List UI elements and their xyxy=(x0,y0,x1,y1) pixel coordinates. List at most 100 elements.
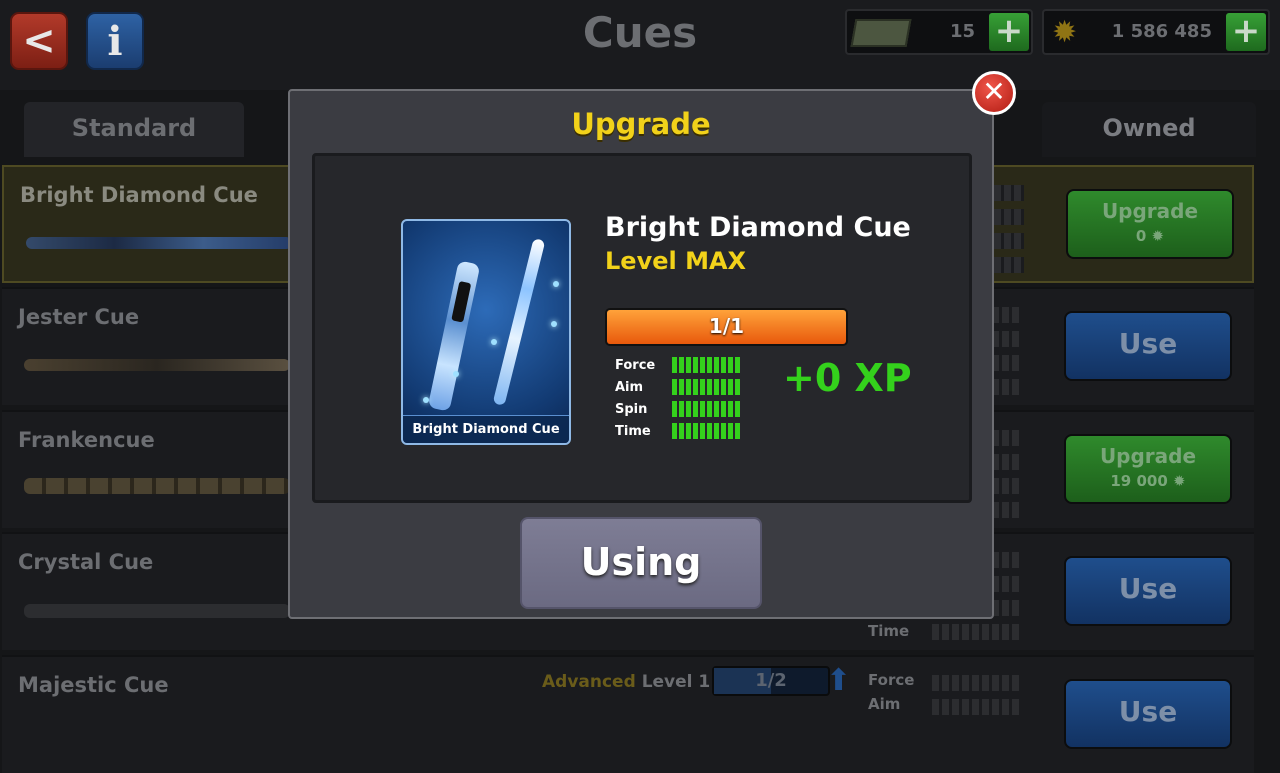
stat-row-time: Time xyxy=(615,420,740,442)
info-button[interactable]: i xyxy=(86,12,144,70)
stat-segment xyxy=(728,379,733,395)
stat-segment xyxy=(728,423,733,439)
info-icon: i xyxy=(107,17,123,65)
xp-gain: +0 XP xyxy=(783,356,912,400)
stat-segment xyxy=(693,401,698,417)
cue-name: Frankencue xyxy=(18,428,155,452)
stat-label-time: Time xyxy=(868,622,910,640)
stats-list: Force Aim Spin Time xyxy=(615,354,740,442)
using-button[interactable]: Using xyxy=(520,517,762,609)
upgrade-cost: 0 ✹ xyxy=(1135,227,1165,245)
coin-value: 1 586 485 xyxy=(1111,21,1212,42)
stat-segment xyxy=(686,379,691,395)
cue-name: Crystal Cue xyxy=(18,550,154,574)
stat-segment xyxy=(735,379,740,395)
stat-segment xyxy=(728,357,733,373)
cue-name: Jester Cue xyxy=(18,305,140,329)
progress-text: 1/1 xyxy=(708,314,745,338)
stat-segment xyxy=(707,357,712,373)
stat-segment xyxy=(714,401,719,417)
stat-segment xyxy=(735,357,740,373)
stat-segment xyxy=(721,401,726,417)
sparkle-icon xyxy=(491,339,497,345)
stat-label: Aim xyxy=(615,379,644,395)
level-label: Level 1 xyxy=(641,672,711,692)
close-icon: ✕ xyxy=(982,75,1006,108)
cue-image xyxy=(24,604,290,618)
sparkle-icon xyxy=(423,397,429,403)
use-button[interactable]: Use xyxy=(1064,679,1232,749)
cue-name: Bright Diamond Cue xyxy=(20,183,258,207)
progress-text: 1/2 xyxy=(755,670,787,691)
use-label: Use xyxy=(1118,572,1178,605)
tab-standard[interactable]: Standard xyxy=(24,102,244,157)
stat-segment xyxy=(721,423,726,439)
add-cash-button[interactable]: + xyxy=(989,13,1029,51)
coin-icon: ✹ xyxy=(1173,472,1186,490)
stat-segment xyxy=(707,379,712,395)
back-button[interactable]: < xyxy=(10,12,68,70)
stat-segment xyxy=(721,357,726,373)
cash-balance: 15 + xyxy=(845,9,1033,55)
stat-segment xyxy=(693,357,698,373)
close-button[interactable]: ✕ xyxy=(972,71,1016,115)
coin-icon: ✹ xyxy=(1052,15,1078,50)
card-label: Bright Diamond Cue xyxy=(403,415,569,443)
add-coins-button[interactable]: + xyxy=(1226,13,1266,51)
stat-segment xyxy=(672,379,677,395)
cue-card: Bright Diamond Cue xyxy=(401,219,571,445)
stat-segment xyxy=(686,401,691,417)
upgrade-cost: 19 000 ✹ xyxy=(1110,472,1186,490)
use-label: Use xyxy=(1118,695,1178,728)
dialog-title: Upgrade xyxy=(571,107,711,141)
cue-shaft-image xyxy=(492,238,546,406)
cue-level: Level MAX xyxy=(605,247,747,275)
stat-bar xyxy=(672,379,740,395)
cue-level-info: Advanced Level 1 xyxy=(542,672,710,692)
tab-owned[interactable]: Owned xyxy=(1042,102,1256,157)
stat-bar xyxy=(672,357,740,373)
stat-segment xyxy=(700,401,705,417)
stat-bars xyxy=(932,675,1022,723)
stat-segment xyxy=(721,379,726,395)
sparkle-icon xyxy=(553,281,559,287)
upgrade-button[interactable]: Upgrade 19 000 ✹ xyxy=(1064,434,1232,504)
cue-progress-bar: 1/2 xyxy=(712,666,830,696)
stat-label: Force xyxy=(615,357,656,373)
use-button[interactable]: Use xyxy=(1064,311,1232,381)
stat-bar xyxy=(672,423,740,439)
stat-segment xyxy=(686,423,691,439)
use-button[interactable]: Use xyxy=(1064,556,1232,626)
stat-segment xyxy=(714,423,719,439)
upgrade-button[interactable]: Upgrade 0 ✹ xyxy=(1066,189,1234,259)
cue-name: Majestic Cue xyxy=(18,673,169,697)
stat-segment xyxy=(728,401,733,417)
cash-icon xyxy=(850,19,912,47)
upgrade-label: Upgrade xyxy=(1101,199,1199,223)
sparkle-icon xyxy=(453,371,459,377)
page-title: Cues xyxy=(582,8,698,57)
stat-segment xyxy=(707,423,712,439)
back-arrow-icon: < xyxy=(22,18,56,64)
sparkle-icon xyxy=(551,321,557,327)
upgrade-label: Upgrade xyxy=(1099,444,1197,468)
cue-butt-image xyxy=(427,260,481,412)
stat-segment xyxy=(735,401,740,417)
stat-segment xyxy=(700,423,705,439)
stat-segment xyxy=(679,357,684,373)
stat-row-force: Force xyxy=(615,354,740,376)
stat-segment xyxy=(700,379,705,395)
stat-label-aim: Aim xyxy=(868,695,901,713)
stat-segment xyxy=(714,379,719,395)
upgrade-dialog: Upgrade ✕ Bright Diamond Cue Bright Diam… xyxy=(288,71,1016,619)
cue-image xyxy=(24,359,290,371)
stat-segment xyxy=(672,423,677,439)
stat-segment xyxy=(679,379,684,395)
stat-segment xyxy=(693,423,698,439)
stat-label: Spin xyxy=(615,401,648,417)
stat-segment xyxy=(700,357,705,373)
stat-segment xyxy=(679,401,684,417)
stat-segment xyxy=(672,357,677,373)
stat-segment xyxy=(672,401,677,417)
coin-icon: ✹ xyxy=(1151,227,1165,245)
